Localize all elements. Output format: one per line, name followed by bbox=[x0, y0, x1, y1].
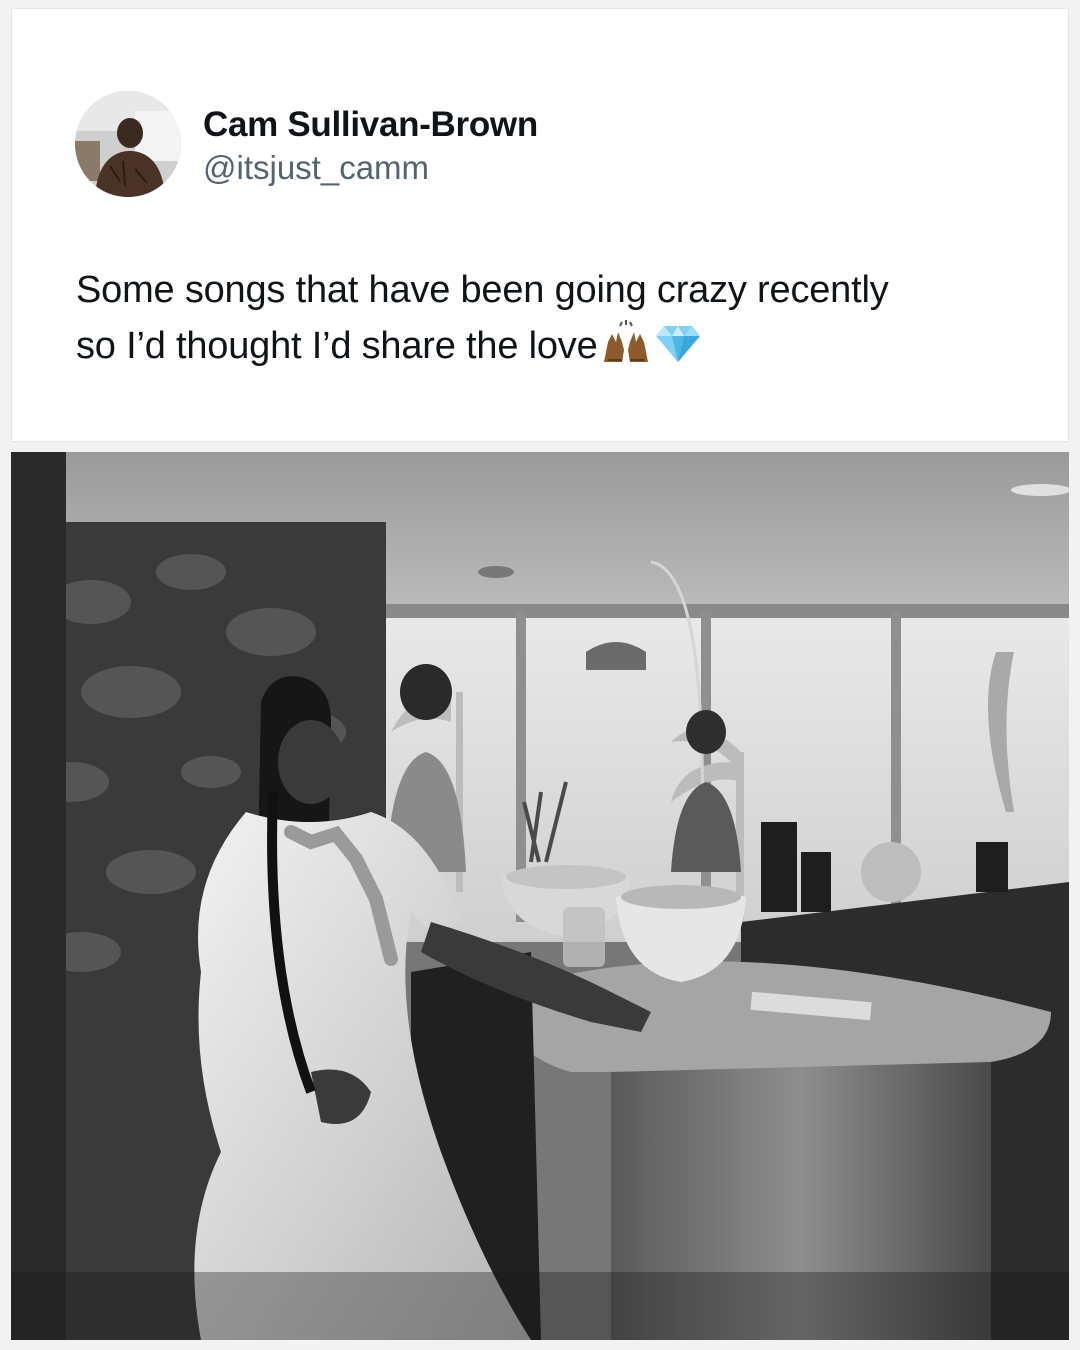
gem-stone-emoji bbox=[654, 322, 702, 380]
tweet-text: Some songs that have been going crazy re… bbox=[76, 262, 1036, 380]
tweet-text-line-2: so I’d thought I’d share the love bbox=[76, 318, 1036, 380]
tweet-media-photo[interactable] bbox=[11, 452, 1069, 1340]
raising-hands-emoji bbox=[598, 320, 654, 380]
avatar-image bbox=[75, 91, 181, 197]
photo-scene bbox=[11, 452, 1069, 1340]
tweet-text-line-2-content: so I’d thought I’d share the love bbox=[76, 325, 598, 367]
tweet-text-line-1: Some songs that have been going crazy re… bbox=[76, 269, 889, 311]
lamp-globe bbox=[861, 842, 921, 902]
tweet-card: Cam Sullivan-Brown @itsjust_camm Some so… bbox=[11, 8, 1069, 442]
avatar[interactable] bbox=[75, 91, 181, 197]
display-name[interactable]: Cam Sullivan-Brown bbox=[203, 105, 538, 145]
wine-glass bbox=[563, 907, 605, 967]
user-handle[interactable]: @itsjust_camm bbox=[203, 149, 429, 187]
